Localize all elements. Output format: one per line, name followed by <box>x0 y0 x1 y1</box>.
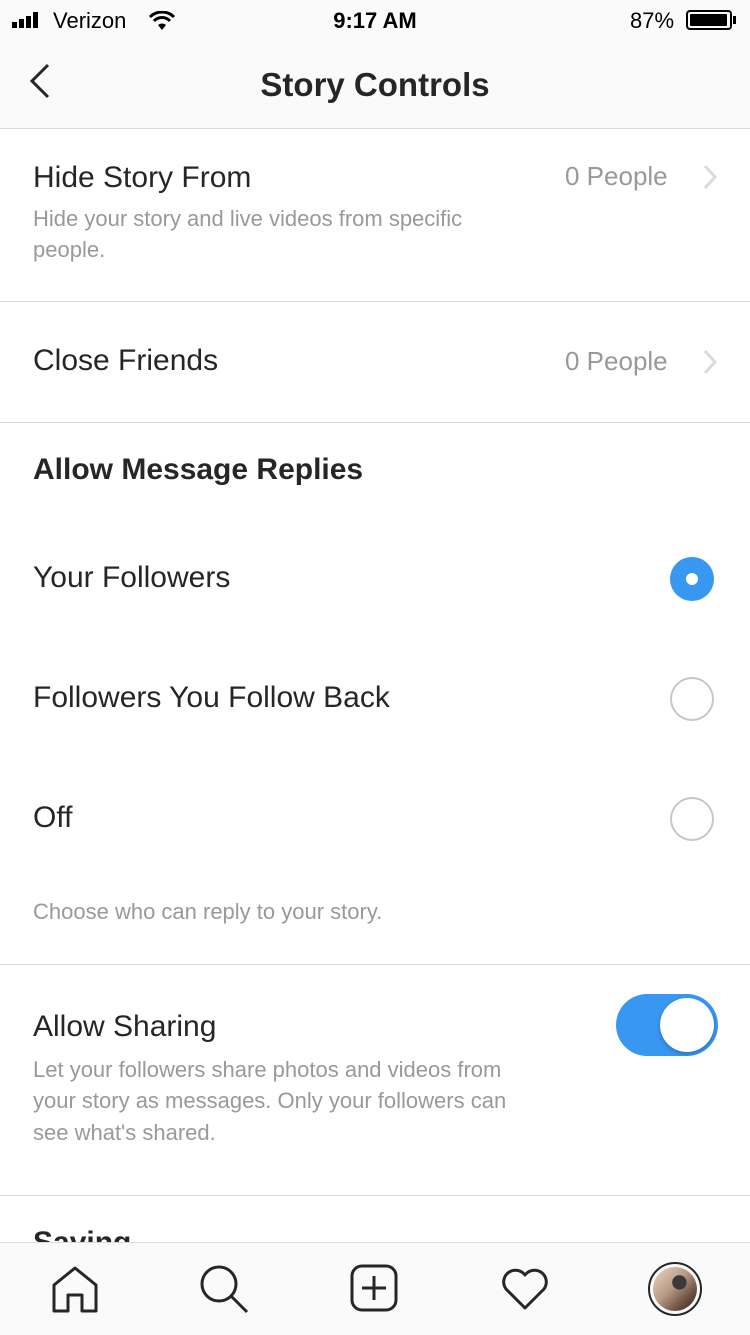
profile-avatar[interactable] <box>648 1262 702 1316</box>
divider <box>0 422 750 423</box>
reply-option-off[interactable]: Off <box>0 760 750 878</box>
home-icon[interactable] <box>50 1265 100 1313</box>
allow-sharing-description-line3: see what's shared. <box>33 1120 216 1145</box>
close-friends-title: Close Friends <box>33 344 219 377</box>
close-friends-count: 0 People <box>565 346 668 376</box>
hide-story-title: Hide Story From <box>33 161 252 194</box>
nav-header: Story Controls <box>0 40 750 129</box>
message-replies-description: Choose who can reply to your story. <box>33 899 383 924</box>
battery-tip <box>733 16 736 24</box>
allow-sharing-description-line2: your story as messages. Only your follow… <box>33 1088 507 1113</box>
search-icon[interactable] <box>198 1263 250 1315</box>
allow-sharing-title: Allow Sharing <box>33 1010 217 1043</box>
message-replies-title: Allow Message Replies <box>33 453 364 486</box>
hide-story-description-line2: people. <box>33 237 106 262</box>
hide-story-count: 0 People <box>565 161 668 191</box>
status-bar: Verizon 9:17 AM 87% <box>0 0 750 40</box>
close-friends-row[interactable]: Close Friends 0 People <box>0 302 750 422</box>
saving-section: Saving <box>0 1196 750 1242</box>
allow-sharing-row: Allow Sharing Let your followers share p… <box>0 965 750 1195</box>
saving-title: Saving <box>33 1226 131 1242</box>
reply-option-followers-you-follow-back[interactable]: Followers You Follow Back <box>0 640 750 758</box>
hide-story-from-row[interactable]: Hide Story From 0 People Hide your story… <box>0 129 750 301</box>
option-label: Off <box>33 801 73 834</box>
option-label: Followers You Follow Back <box>33 681 390 714</box>
avatar-image <box>653 1267 697 1311</box>
chevron-right-icon <box>703 164 718 190</box>
battery-icon <box>686 10 732 30</box>
chevron-right-icon <box>703 349 718 375</box>
battery-percent: 87% <box>630 8 675 33</box>
hide-story-description-line1: Hide your story and live videos from spe… <box>33 206 463 231</box>
radio-unselected[interactable] <box>670 677 714 721</box>
page-title: Story Controls <box>260 66 490 103</box>
battery-fill <box>690 14 727 26</box>
reply-option-your-followers[interactable]: Your Followers <box>0 520 750 638</box>
allow-sharing-description-line1: Let your followers share photos and vide… <box>33 1057 502 1082</box>
option-label: Your Followers <box>33 561 231 594</box>
bottom-tab-bar <box>0 1242 750 1335</box>
radio-unselected[interactable] <box>670 797 714 841</box>
add-post-icon[interactable] <box>350 1264 398 1312</box>
radio-selected[interactable] <box>670 557 714 601</box>
allow-sharing-toggle[interactable] <box>616 994 718 1056</box>
toggle-knob <box>660 998 714 1052</box>
heart-icon[interactable] <box>500 1267 550 1311</box>
